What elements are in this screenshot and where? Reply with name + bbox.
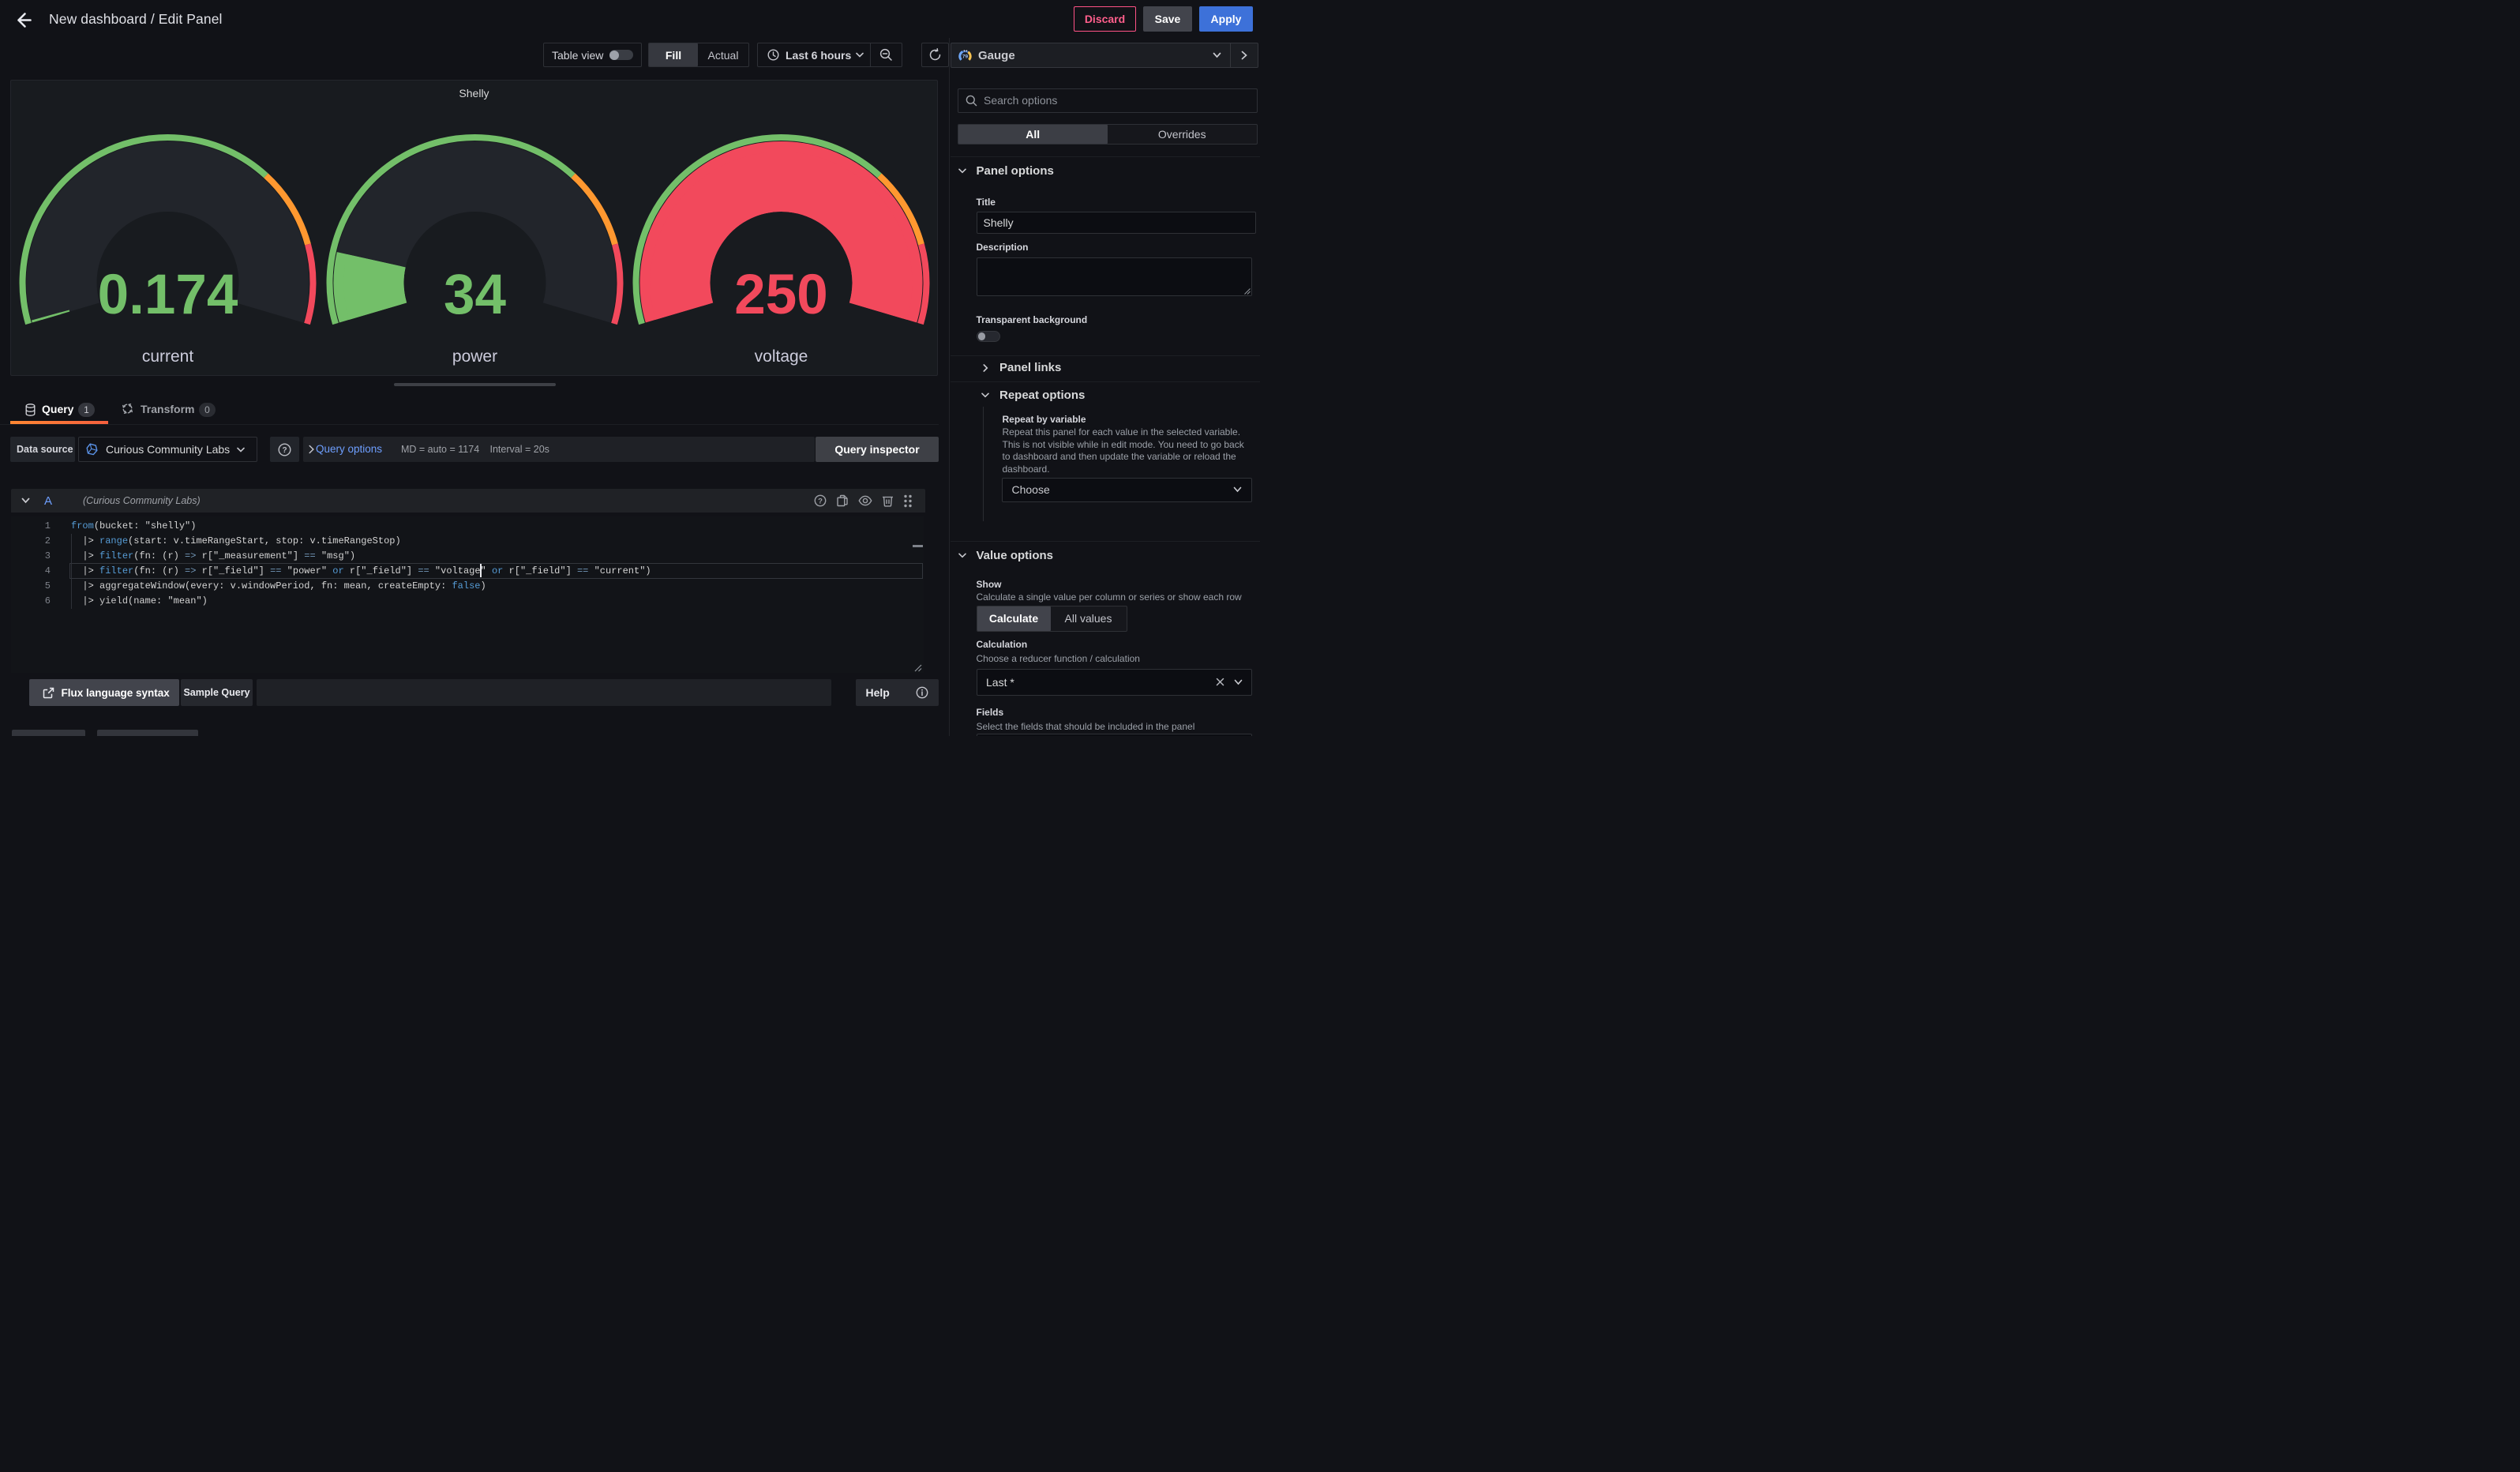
svg-text:?: ? [818,497,823,505]
svg-text:79: 79 [962,54,969,59]
svg-text:?: ? [282,446,287,455]
